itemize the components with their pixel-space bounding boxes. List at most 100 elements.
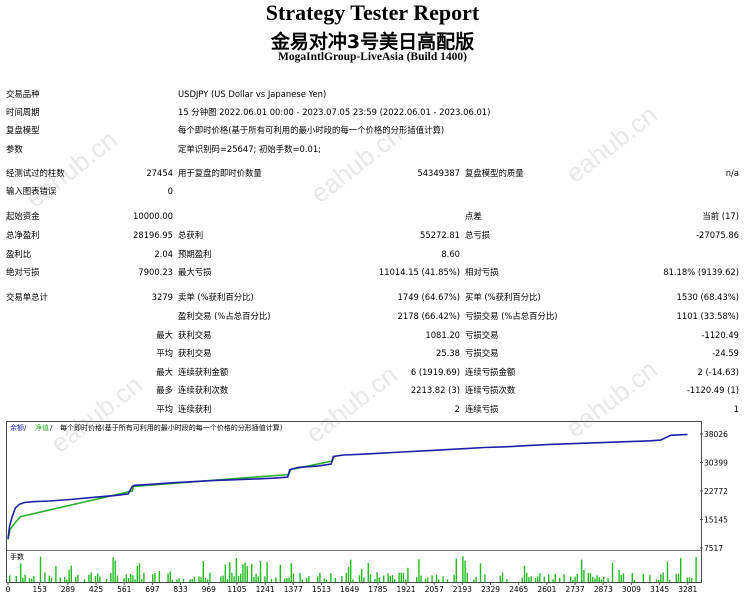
short-label: 卖单 (%获利百分比): [178, 292, 254, 302]
lots-bar: [528, 577, 530, 582]
lots-bar: [317, 576, 319, 582]
lots-bar: [552, 579, 554, 582]
lots-bar: [405, 579, 407, 582]
lots-bar: [242, 564, 244, 582]
cons-profit-label: 连续获利次数: [178, 385, 229, 395]
lots-bar: [603, 577, 605, 582]
lots-bar: [253, 576, 255, 582]
lots-bar: [132, 575, 134, 582]
trades-value: 3279: [151, 292, 173, 302]
y-tick-label: 7517: [704, 544, 723, 553]
lots-bar: [526, 572, 528, 582]
lots-bar: [345, 572, 347, 582]
lots-bar: [352, 579, 354, 582]
max-loss-label: 亏损交易: [465, 330, 499, 340]
lots-bar: [660, 574, 662, 582]
lots-bar: [112, 557, 114, 582]
cons-losses-value: 2 (-14.63): [697, 367, 739, 377]
avg-loss-value: -24.59: [712, 348, 739, 358]
lots-bar: [193, 576, 196, 582]
symbol-value: USDJPY (US Dollar vs Japanese Yen): [178, 89, 327, 99]
lots-bar: [28, 578, 31, 582]
lots-bar: [176, 579, 178, 582]
lots-bar: [539, 573, 541, 582]
lots-bar: [143, 572, 145, 582]
period-value: 15 分钟图 2022.06.01 00:00 - 2023.07.05 23:…: [178, 107, 491, 117]
report-title: Strategy Tester Report: [265, 0, 480, 25]
lots-bar: [669, 579, 671, 582]
trades-label: 交易单总计: [6, 292, 48, 302]
max2-label: 最大: [156, 367, 173, 377]
lots-bar: [202, 561, 204, 582]
lots-bar: [416, 577, 418, 582]
lots-bar: [97, 573, 99, 582]
lots-bar: [435, 574, 438, 582]
avg-label: 平均: [156, 348, 173, 358]
lots-bar: [257, 576, 259, 582]
lots-bar: [534, 578, 537, 582]
lots-bar: [198, 576, 200, 582]
lots-bar: [24, 574, 26, 582]
lots-bar: [618, 569, 620, 582]
lots-bar: [330, 573, 332, 582]
long-label: 买单 (%获利百分比): [465, 292, 541, 302]
lots-bar: [374, 578, 376, 582]
lots-bar: [484, 574, 486, 582]
expected-label: 预期盈利: [178, 249, 212, 259]
lots-bar: [75, 576, 77, 582]
lots-bar: [209, 572, 211, 582]
lots-bar: [391, 575, 394, 582]
grossprofit-value: 55272.81: [420, 230, 460, 240]
lots-bar: [70, 565, 72, 582]
period-label: 时间周期: [6, 107, 40, 117]
deposit-value: 10000.00: [133, 211, 173, 221]
lots-bar: [361, 569, 363, 582]
params-label: 参数: [6, 144, 23, 154]
lots-bar: [475, 577, 477, 582]
lots-bar: [596, 575, 598, 582]
ticks-value: 54349387: [417, 168, 460, 178]
lots-bar: [563, 574, 565, 582]
lots-bar: [523, 565, 526, 582]
lots-bar: [658, 579, 660, 582]
lots-bar: [301, 579, 303, 582]
lots-label: 手数: [10, 552, 24, 561]
lots-bar: [55, 566, 57, 582]
ticks-label: 用于复盘的即时价数量: [178, 168, 262, 178]
expected-value: 8.60: [441, 249, 460, 259]
x-tick-label: 1513: [312, 585, 331, 594]
legend-balance: 余额: [10, 423, 24, 432]
lots-bar: [9, 575, 11, 582]
lots-bar: [231, 572, 233, 582]
lots-bar: [114, 560, 116, 582]
lots-bar: [178, 578, 180, 582]
lots-bar: [358, 575, 361, 582]
x-tick-label: 2873: [594, 585, 613, 594]
lots-bar: [363, 577, 365, 582]
lots-bar: [229, 562, 231, 582]
chart-frame: [6, 421, 702, 583]
lots-bar: [431, 575, 433, 582]
lots-bar: [680, 557, 682, 582]
lots-bar: [222, 575, 224, 582]
lots-bar: [127, 577, 130, 582]
lots-bar: [44, 572, 46, 582]
lots-bar: [466, 572, 468, 582]
lots-bar: [158, 571, 160, 582]
reldd-value: 81.18% (9139.62): [663, 267, 739, 277]
params-value: 定单识别码=25647; 初始手数=0.01;: [178, 144, 322, 154]
lots-bar: [251, 564, 253, 582]
lots-bar: [347, 567, 350, 582]
lots-bar: [367, 562, 369, 582]
lots-bar: [649, 575, 651, 582]
lots-bar: [479, 563, 482, 582]
lots-bar: [88, 574, 90, 582]
cons-wins-label: 连续获利金额: [178, 367, 229, 377]
lots-bar: [83, 579, 86, 582]
max-profit-label: 获利交易: [178, 330, 212, 340]
lots-bar: [279, 564, 281, 582]
lots-bar: [270, 578, 273, 582]
lots-bar: [598, 577, 600, 582]
lots-bar: [576, 573, 578, 582]
lots-bar: [182, 578, 185, 582]
